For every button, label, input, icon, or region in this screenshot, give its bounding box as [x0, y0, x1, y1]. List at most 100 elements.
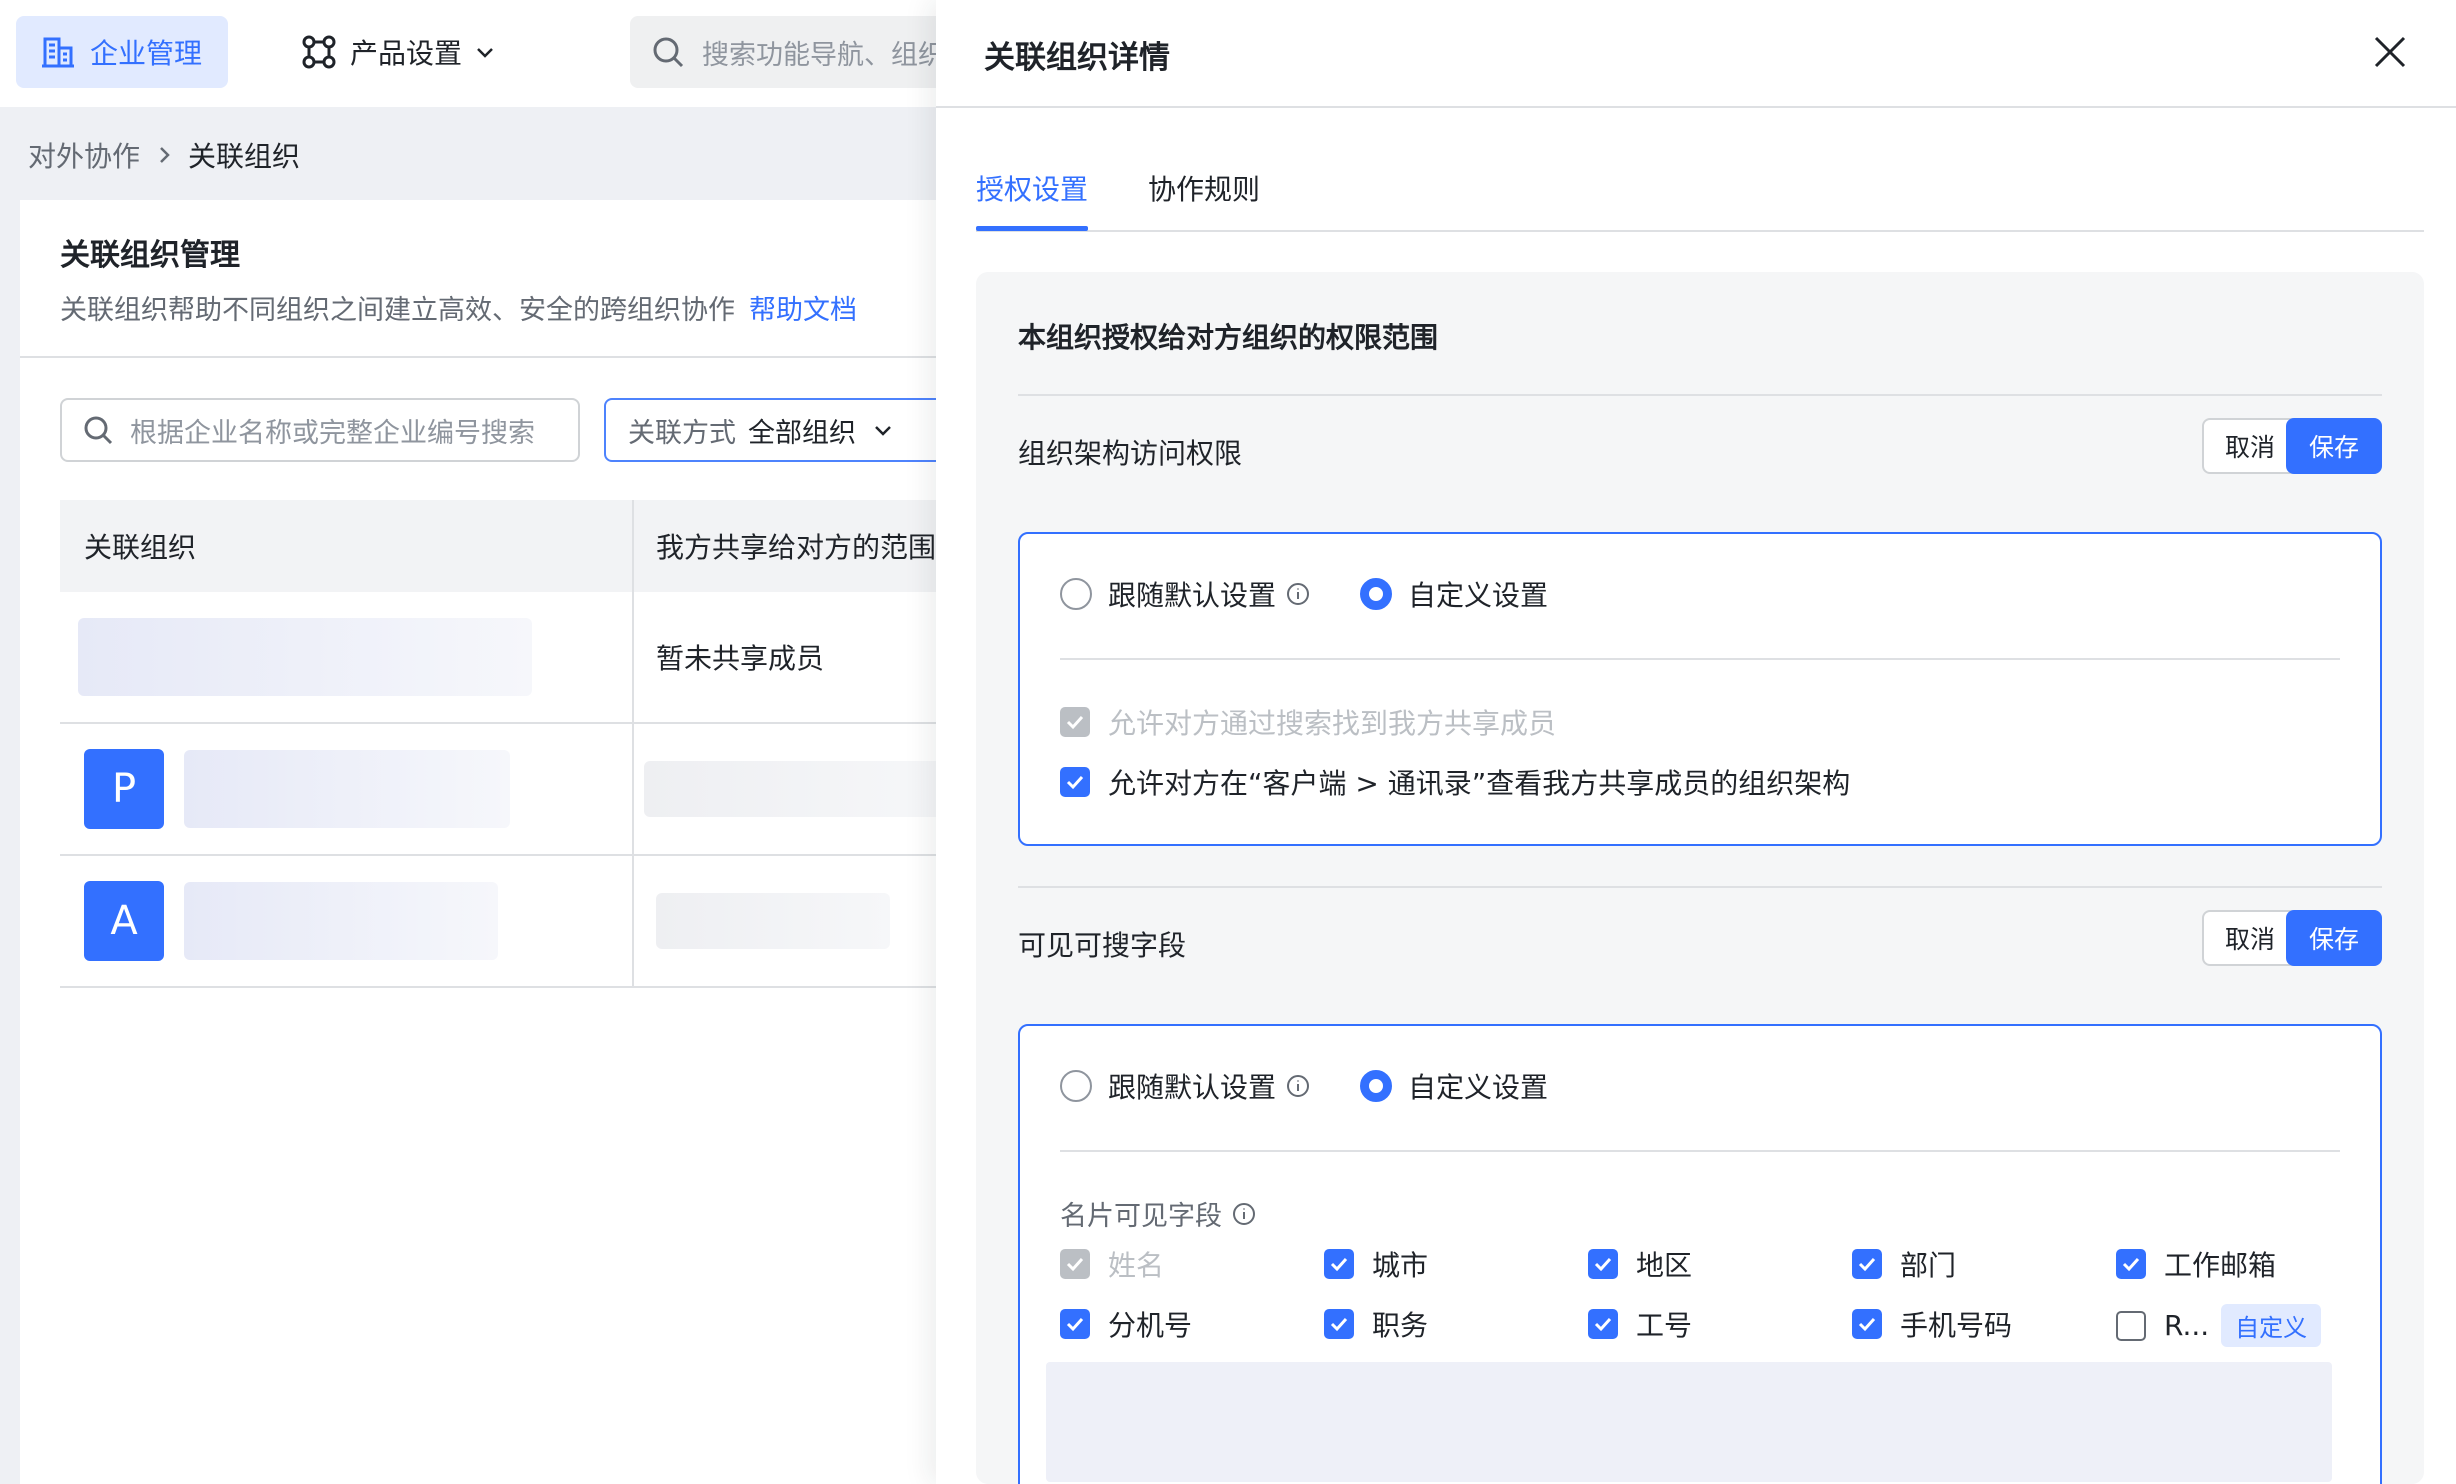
- cancel-button[interactable]: 取消: [2202, 910, 2298, 966]
- nav-enterprise-management[interactable]: 企业管理: [16, 16, 228, 88]
- field-employee-id[interactable]: 工号: [1588, 1304, 1692, 1344]
- org-detail-drawer: 关联组织详情 授权设置 协作规则 本组织授权给对方组织的权限范围 组织架构访问权…: [936, 0, 2456, 1484]
- table-row[interactable]: A: [60, 856, 980, 988]
- radio-button-selected[interactable]: [1360, 1070, 1392, 1102]
- checkbox[interactable]: [1852, 1309, 1882, 1339]
- divider: [20, 356, 980, 358]
- check-allow-search: 允许对方通过搜索找到我方共享成员: [1060, 702, 1556, 742]
- share-scope-cell: 暂未共享成员: [656, 642, 825, 675]
- relation-filter-select[interactable]: 关联方式 全部组织: [604, 398, 946, 462]
- info-icon[interactable]: [1286, 1074, 1310, 1098]
- check-icon: [2122, 1257, 2140, 1272]
- visible-fields-settings-box: 跟随默认设置 自定义设置 名片可见字段 姓名 城市 地区 部门 工作邮箱 分机号…: [1018, 1024, 2382, 1484]
- nav-enterprise-label: 企业管理: [90, 37, 203, 70]
- building-icon: [42, 37, 74, 68]
- field-job-title[interactable]: 职务: [1324, 1304, 1428, 1344]
- radio-label: 自定义设置: [1408, 1071, 1549, 1104]
- loading-placeholder: [1046, 1362, 2332, 1482]
- active-tab-indicator: [976, 226, 1088, 231]
- card-fields-label: 名片可见字段: [1060, 1194, 1256, 1233]
- checkbox-unchecked[interactable]: [2116, 1310, 2146, 1341]
- drawer-header: 关联组织详情: [936, 0, 2456, 108]
- radio-follow-default[interactable]: 跟随默认设置: [1060, 1066, 1310, 1106]
- table-row[interactable]: 暂未共享成员: [60, 592, 980, 724]
- field-label: 职务: [1372, 1309, 1429, 1342]
- radio-custom[interactable]: 自定义设置: [1360, 574, 1548, 614]
- search-icon: [84, 416, 113, 445]
- org-management-card: 关联组织管理 关联组织帮助不同组织之间建立高效、安全的跨组织协作 帮助文档 根据企…: [20, 200, 980, 1484]
- loading-placeholder: [184, 882, 498, 960]
- field-label: 工作邮箱: [2164, 1249, 2277, 1282]
- close-icon[interactable]: [2370, 32, 2410, 72]
- divider: [1060, 658, 2340, 660]
- save-button[interactable]: 保存: [2286, 418, 2382, 474]
- cancel-button[interactable]: 取消: [2202, 418, 2298, 474]
- chevron-right-icon: [160, 147, 170, 163]
- share-scope-cell: [634, 724, 980, 854]
- info-icon[interactable]: [1232, 1202, 1256, 1226]
- field-label: 地区: [1636, 1249, 1693, 1282]
- info-icon[interactable]: [1286, 582, 1310, 606]
- field-custom[interactable]: R... 自定义: [2116, 1304, 2322, 1347]
- org-cell: P: [60, 724, 634, 854]
- custom-tag: 自定义: [2221, 1304, 2322, 1347]
- radio-button-selected[interactable]: [1360, 578, 1392, 610]
- help-doc-link[interactable]: 帮助文档: [749, 295, 857, 326]
- authorization-panel: 本组织授权给对方组织的权限范围 组织架构访问权限 取消 保存 跟随默认设置 自定…: [976, 272, 2424, 1484]
- field-mobile[interactable]: 手机号码: [1852, 1304, 2012, 1344]
- loading-placeholder: [184, 750, 510, 828]
- checkbox[interactable]: [1852, 1249, 1882, 1279]
- page-description: 关联组织帮助不同组织之间建立高效、安全的跨组织协作 帮助文档: [60, 288, 857, 327]
- table-header: 关联组织 我方共享给对方的范围: [60, 500, 980, 592]
- field-label: 手机号码: [1900, 1309, 2013, 1342]
- chevron-down-icon: [477, 48, 493, 58]
- tab-collaboration-rules[interactable]: 协作规则: [1148, 168, 1260, 208]
- loading-placeholder: [656, 893, 890, 949]
- checkbox[interactable]: [1588, 1309, 1618, 1339]
- check-icon: [1066, 775, 1084, 790]
- org-search-input[interactable]: 根据企业名称或完整企业编号搜索: [60, 398, 580, 462]
- radio-label: 跟随默认设置: [1108, 579, 1277, 612]
- check-icon: [1594, 1317, 1612, 1332]
- tab-authorization[interactable]: 授权设置: [976, 168, 1088, 208]
- checkbox[interactable]: [1324, 1249, 1354, 1279]
- checkbox[interactable]: [1588, 1249, 1618, 1279]
- breadcrumb-parent[interactable]: 对外协作: [28, 135, 140, 175]
- checkbox[interactable]: [1060, 1309, 1090, 1339]
- checkbox[interactable]: [1060, 767, 1090, 797]
- field-label: 部门: [1900, 1249, 1957, 1282]
- divider: [1018, 394, 2382, 396]
- field-region[interactable]: 地区: [1588, 1244, 1692, 1284]
- org-cell: A: [60, 856, 634, 986]
- radio-button[interactable]: [1060, 578, 1092, 610]
- field-label: 城市: [1372, 1249, 1429, 1282]
- field-work-email[interactable]: 工作邮箱: [2116, 1244, 2276, 1284]
- nav-product-settings[interactable]: 产品设置: [300, 16, 496, 88]
- field-city[interactable]: 城市: [1324, 1244, 1428, 1284]
- radio-custom[interactable]: 自定义设置: [1360, 1066, 1548, 1106]
- radio-button[interactable]: [1060, 1070, 1092, 1102]
- checkbox[interactable]: [2116, 1249, 2146, 1279]
- avatar: A: [84, 881, 164, 961]
- field-label: 分机号: [1108, 1309, 1193, 1342]
- product-settings-icon: [302, 35, 336, 69]
- card-fields-label-text: 名片可见字段: [1060, 1201, 1222, 1232]
- table-row[interactable]: P: [60, 724, 980, 856]
- share-scope-cell: [634, 856, 980, 986]
- field-department[interactable]: 部门: [1852, 1244, 1956, 1284]
- loading-placeholder: [644, 761, 944, 817]
- radio-follow-default[interactable]: 跟随默认设置: [1060, 574, 1310, 614]
- drawer-tabs: 授权设置 协作规则: [976, 148, 2424, 232]
- field-label: 姓名: [1108, 1249, 1165, 1282]
- check-icon: [1594, 1257, 1612, 1272]
- checkbox-disabled: [1060, 1249, 1090, 1279]
- checkbox[interactable]: [1324, 1309, 1354, 1339]
- check-icon: [1066, 1257, 1084, 1272]
- check-allow-view-org[interactable]: 允许对方在“客户端 > 通讯录”查看我方共享成员的组织架构: [1060, 762, 1850, 802]
- check-icon: [1330, 1257, 1348, 1272]
- field-extension[interactable]: 分机号: [1060, 1304, 1192, 1344]
- save-button[interactable]: 保存: [2286, 910, 2382, 966]
- divider: [1060, 1150, 2340, 1152]
- drawer-title: 关联组织详情: [984, 40, 1170, 76]
- section-title-org-access: 组织架构访问权限: [1018, 437, 1243, 470]
